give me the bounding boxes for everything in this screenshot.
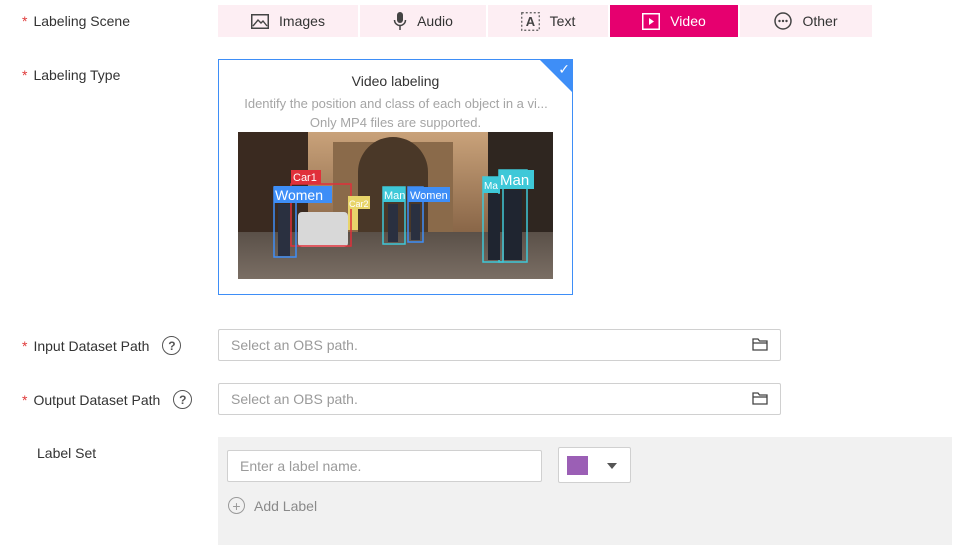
svg-text:A: A bbox=[525, 14, 535, 29]
card-description: Identify the position and class of each … bbox=[244, 96, 548, 111]
folder-icon[interactable] bbox=[752, 337, 768, 354]
required-mark: * bbox=[22, 337, 28, 354]
image-icon bbox=[251, 13, 270, 29]
labeling-type-text: Labeling Type bbox=[33, 67, 121, 83]
scene-tab-images[interactable]: Images bbox=[218, 5, 358, 37]
output-path-text: Output Dataset Path bbox=[33, 391, 161, 408]
folder-icon[interactable] bbox=[752, 391, 768, 408]
label-color-picker[interactable] bbox=[558, 447, 631, 483]
box-label-women-2: Women bbox=[410, 190, 448, 202]
card-title: Video labeling bbox=[351, 73, 440, 89]
scene-tab-text-label: Text bbox=[549, 13, 576, 29]
help-icon[interactable]: ? bbox=[173, 390, 193, 409]
scene-tab-text[interactable]: A Text bbox=[488, 5, 608, 37]
labeling-scene-label: * Labeling Scene bbox=[22, 13, 130, 29]
add-label-text: Add Label bbox=[254, 497, 318, 514]
output-path-placeholder: Select an OBS path. bbox=[231, 391, 358, 407]
scene-tab-other-label: Other bbox=[802, 13, 838, 29]
box-label-car2: Car2 bbox=[349, 199, 369, 209]
input-path-placeholder: Select an OBS path. bbox=[231, 337, 358, 353]
video-preview-image: Car1 Women Car2 Man Women Ma Man bbox=[238, 132, 553, 279]
required-mark: * bbox=[22, 13, 28, 29]
color-swatch bbox=[567, 456, 588, 475]
required-mark: * bbox=[22, 391, 28, 408]
help-icon[interactable]: ? bbox=[162, 336, 182, 355]
scene-tab-audio-label: Audio bbox=[417, 13, 453, 29]
chevron-down-icon bbox=[607, 463, 617, 469]
labeling-scene-text: Labeling Scene bbox=[33, 13, 130, 29]
scene-tab-other[interactable]: Other bbox=[740, 5, 872, 37]
box-label-ma: Ma bbox=[484, 181, 498, 192]
box-label-man-1: Man bbox=[384, 190, 405, 202]
label-set-panel: Enter a label name. + Add Label bbox=[218, 437, 952, 545]
box-label-car1: Car1 bbox=[293, 172, 317, 184]
scene-tab-video-label: Video bbox=[670, 13, 706, 29]
video-labeling-card[interactable]: ✓ Video labeling Identify the position a… bbox=[218, 59, 573, 295]
box-label-women-1: Women bbox=[275, 187, 323, 203]
box-label-man-2: Man bbox=[500, 172, 529, 189]
label-name-input[interactable]: Enter a label name. bbox=[227, 450, 542, 482]
scene-tab-video[interactable]: Video bbox=[610, 5, 738, 37]
add-label-button[interactable]: + Add Label bbox=[228, 497, 317, 514]
label-set-text: Label Set bbox=[37, 445, 97, 461]
output-path-field[interactable]: Select an OBS path. bbox=[218, 383, 781, 415]
more-circle-icon bbox=[774, 12, 793, 30]
video-play-icon bbox=[642, 12, 661, 30]
input-path-text: Input Dataset Path bbox=[33, 337, 150, 354]
plus-circle-icon: + bbox=[228, 497, 245, 514]
label-set-label: Label Set bbox=[37, 445, 96, 461]
microphone-icon bbox=[393, 11, 407, 31]
scene-tab-images-label: Images bbox=[279, 13, 325, 29]
output-path-label: * Output Dataset Path ? bbox=[22, 390, 193, 409]
input-path-label: * Input Dataset Path ? bbox=[22, 336, 182, 355]
required-mark: * bbox=[22, 67, 28, 83]
scene-tabs: Images Audio A Text Video Other bbox=[218, 5, 874, 37]
labeling-type-label: * Labeling Type bbox=[22, 67, 120, 83]
scene-tab-audio[interactable]: Audio bbox=[360, 5, 486, 37]
input-path-field[interactable]: Select an OBS path. bbox=[218, 329, 781, 361]
card-subtext: Only MP4 files are supported. bbox=[309, 115, 482, 130]
car-shape bbox=[298, 212, 348, 247]
text-icon: A bbox=[520, 11, 540, 31]
